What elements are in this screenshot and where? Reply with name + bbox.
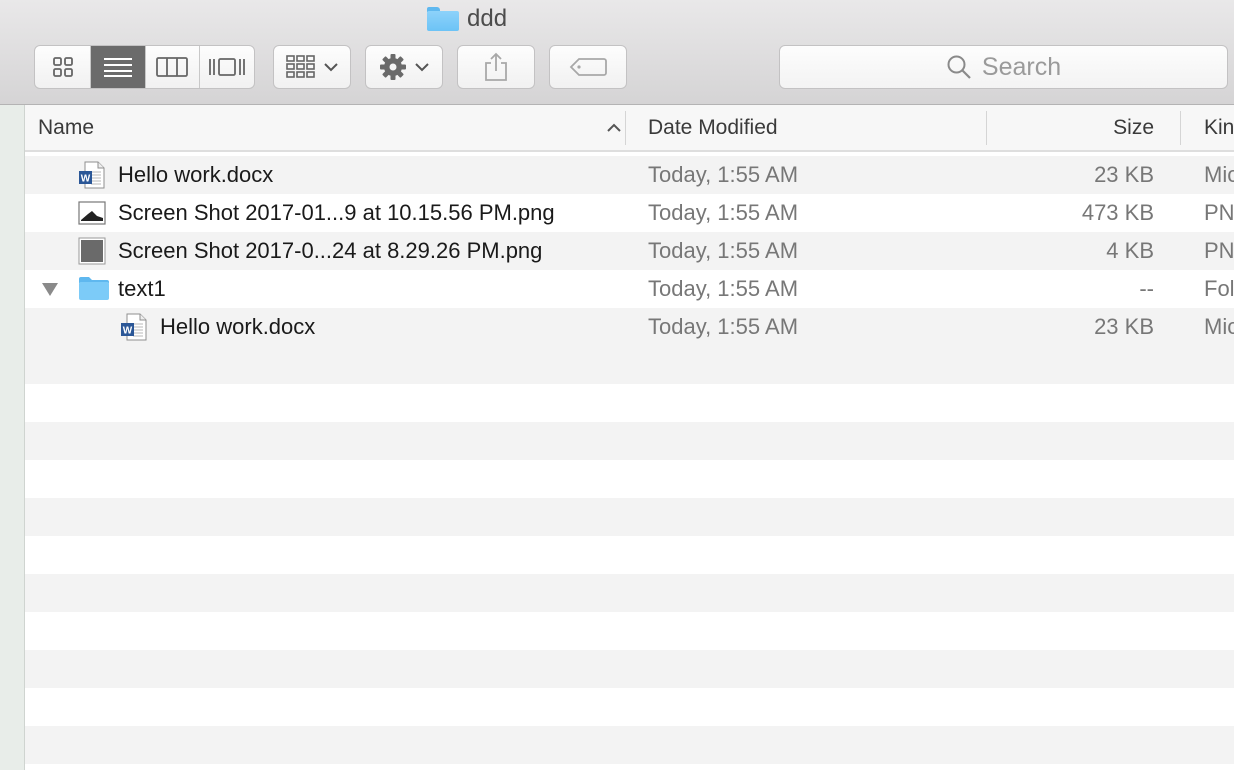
search-placeholder: Search (981, 52, 1062, 81)
list-icon (104, 58, 133, 77)
svg-text:W: W (81, 174, 91, 185)
empty-row (25, 384, 1234, 422)
folder-icon (78, 275, 109, 303)
empty-row (25, 612, 1234, 650)
column-header-kind[interactable]: Kin (1204, 105, 1234, 150)
gear-icon (380, 54, 406, 80)
empty-row (25, 422, 1234, 460)
file-date-modified: Today, 1:55 AM (648, 276, 799, 301)
window-toolbar: ddd Search (0, 0, 1234, 105)
column-divider[interactable] (1180, 111, 1181, 145)
column-divider[interactable] (625, 111, 626, 145)
empty-row (25, 346, 1234, 384)
sidebar-edge[interactable] (0, 105, 25, 770)
column-header: Name Date Modified Size Kin (25, 105, 1234, 152)
column-kind-label: Kin (1204, 115, 1234, 139)
empty-row (25, 498, 1234, 536)
cover-flow-icon (208, 58, 245, 76)
empty-row (25, 726, 1234, 764)
word-document-icon: W (78, 161, 106, 189)
file-kind: PN (1204, 200, 1234, 225)
file-size: -- (1139, 276, 1154, 301)
empty-row (25, 764, 1234, 770)
disclosure-triangle-icon[interactable] (42, 283, 58, 296)
file-name: text1 (118, 276, 166, 301)
empty-row (25, 688, 1234, 726)
file-date-modified: Today, 1:55 AM (648, 238, 799, 263)
sort-ascending-icon (607, 123, 621, 132)
file-kind: Mic (1204, 162, 1234, 187)
file-name: Screen Shot 2017-01...9 at 10.15.56 PM.p… (118, 200, 555, 225)
chevron-down-icon (415, 63, 429, 72)
file-kind: Fol (1204, 276, 1234, 301)
file-kind: Mic (1204, 314, 1234, 339)
column-header-date[interactable]: Date Modified (648, 105, 978, 150)
file-rows: W Hello work.docx Today, 1:55 AM 23 KB Mic Sc… (25, 156, 1234, 770)
file-size: 473 KB (1081, 200, 1154, 225)
empty-row (25, 574, 1234, 612)
column-header-size[interactable]: Size (990, 105, 1154, 150)
folder-row[interactable]: text1 Today, 1:55 AM -- Fol (25, 270, 1234, 308)
list-view-button[interactable] (91, 46, 146, 88)
file-size: 23 KB (1094, 162, 1154, 187)
share-button[interactable] (457, 45, 535, 89)
column-name-label: Name (38, 115, 95, 139)
file-kind: PN (1204, 238, 1234, 263)
column-header-name[interactable]: Name (38, 105, 628, 150)
file-row[interactable]: Screen Shot 2017-0...24 at 8.29.26 PM.pn… (25, 232, 1234, 270)
empty-row (25, 650, 1234, 688)
arrange-button[interactable] (273, 45, 351, 89)
column-view-button[interactable] (146, 46, 200, 88)
word-document-icon: W (120, 313, 148, 341)
column-size-label: Size (1113, 115, 1154, 139)
file-date-modified: Today, 1:55 AM (648, 200, 799, 225)
file-list: Name Date Modified Size Kin W Hello work.… (25, 105, 1234, 770)
file-date-modified: Today, 1:55 AM (648, 314, 799, 339)
file-row[interactable]: W Hello work.docx Today, 1:55 AM 23 KB Mic (25, 308, 1234, 346)
arrange-grid-icon (286, 55, 315, 78)
action-button[interactable] (365, 45, 443, 89)
empty-row (25, 536, 1234, 574)
empty-row (25, 460, 1234, 498)
magnifier-icon (947, 55, 971, 79)
file-size: 4 KB (1106, 238, 1154, 263)
column-date-label: Date Modified (648, 115, 778, 139)
tag-icon (569, 58, 607, 76)
file-size: 23 KB (1094, 314, 1154, 339)
view-mode-control (34, 45, 255, 89)
svg-text:W: W (123, 326, 133, 337)
grid-icon (52, 57, 73, 77)
image-thumbnail-icon (78, 199, 106, 227)
file-name: Hello work.docx (118, 162, 274, 187)
columns-icon (156, 57, 189, 77)
folder-icon (427, 7, 459, 32)
file-name: Hello work.docx (160, 314, 316, 339)
tags-button[interactable] (549, 45, 627, 89)
gallery-view-button[interactable] (200, 46, 255, 88)
column-divider[interactable] (986, 111, 987, 145)
chevron-down-icon (324, 63, 338, 72)
image-thumbnail-dark-icon (78, 237, 106, 265)
file-row[interactable]: W Hello work.docx Today, 1:55 AM 23 KB Mic (25, 156, 1234, 194)
search-field[interactable]: Search (779, 45, 1228, 89)
window-title: ddd (427, 4, 507, 34)
file-name: Screen Shot 2017-0...24 at 8.29.26 PM.pn… (118, 238, 543, 263)
file-date-modified: Today, 1:55 AM (648, 162, 799, 187)
file-row[interactable]: Screen Shot 2017-01...9 at 10.15.56 PM.p… (25, 194, 1234, 232)
icon-view-button[interactable] (35, 46, 92, 88)
share-icon (485, 52, 507, 81)
window-title-text: ddd (467, 5, 508, 32)
